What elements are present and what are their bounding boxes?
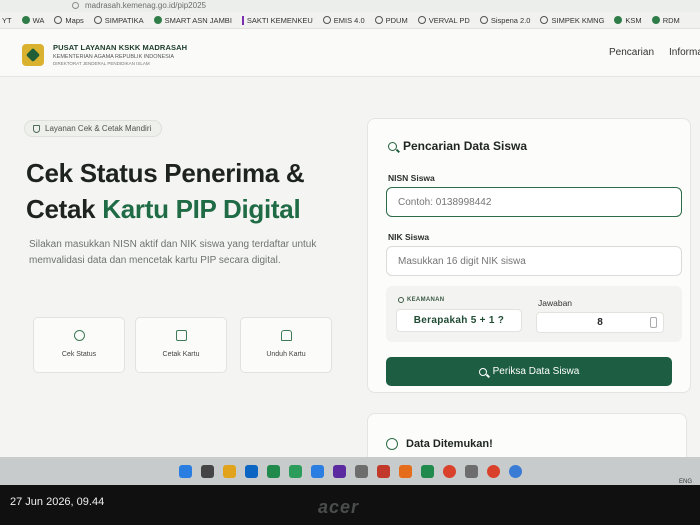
number-spinner-icon[interactable] xyxy=(650,317,657,328)
org-subtitle-directorate: DIREKTORAT JENDERAL PENDIDIKAN ISLAM xyxy=(53,61,150,66)
search-card: Pencarian Data Siswa NISN Siswa NIK Sisw… xyxy=(367,118,691,393)
check-student-button[interactable]: Periksa Data Siswa xyxy=(386,357,672,386)
app-icon[interactable] xyxy=(464,464,478,478)
hero-title-line1: Cek Status Penerima & xyxy=(26,158,305,188)
shield-icon xyxy=(33,124,40,133)
address-bar[interactable]: madrasah.kemenag.go.id/pip2025 xyxy=(0,0,700,12)
nisn-input[interactable] xyxy=(386,187,682,217)
bookmark-smart-asn[interactable]: SMART ASN JAMBI xyxy=(153,16,232,25)
feature-label: Unduh Kartu xyxy=(266,351,306,358)
whatsapp-icon xyxy=(21,16,30,24)
bookmark-simpatika[interactable]: SIMPATIKA xyxy=(93,16,144,25)
globe-icon xyxy=(540,16,549,24)
nav-pencarian[interactable]: Pencarian xyxy=(609,47,654,58)
result-title: Data Ditemukan! xyxy=(386,438,493,450)
bookmark-sispena[interactable]: Sispena 2.0 xyxy=(479,16,530,25)
answer-input[interactable]: 8 xyxy=(536,312,664,333)
bookmark-bar-icon xyxy=(241,15,244,25)
org-title: PUSAT LAYANAN KSKK MADRASAH KEMENTERIAN … xyxy=(53,43,187,66)
answer-label: Jawaban xyxy=(538,298,573,308)
app-icon[interactable] xyxy=(420,464,434,478)
globe-icon xyxy=(322,16,331,24)
photoshop-icon[interactable] xyxy=(332,464,346,478)
photo-timestamp: 27 Jun 2026, 09.44 xyxy=(10,496,105,508)
globe-icon xyxy=(93,16,102,24)
bookmarks-bar: YT WA Maps SIMPATIKA SMART ASN JAMBI SAK… xyxy=(0,12,700,29)
file-explorer-icon[interactable] xyxy=(222,464,236,478)
download-icon xyxy=(280,330,292,341)
feature-cek-status[interactable]: Cek Status xyxy=(33,317,125,373)
globe-icon xyxy=(479,16,488,24)
nisn-label: NISN Siswa xyxy=(388,173,435,183)
hero-title: Cek Status Penerima & Cetak Kartu PIP Di… xyxy=(26,155,305,227)
feature-label: Cek Status xyxy=(61,351,97,358)
emblem-icon xyxy=(153,16,162,24)
search-icon xyxy=(478,367,487,376)
globe-icon xyxy=(417,16,426,24)
edge-icon[interactable] xyxy=(244,464,258,478)
app-icon[interactable] xyxy=(398,464,412,478)
search-icon xyxy=(388,141,397,151)
service-chip-label: Layanan Cek & Cetak Mandiri xyxy=(45,124,152,133)
main-content: Layanan Cek & Cetak Mandiri Cek Status P… xyxy=(0,77,700,473)
bookmark-sakti[interactable]: SAKTI KEMENKEU xyxy=(241,15,313,25)
bookmark-emis[interactable]: EMIS 4.0 xyxy=(322,16,365,25)
hero-title-line2: Cetak Kartu PIP Digital xyxy=(26,194,301,224)
firefox-icon[interactable] xyxy=(486,464,500,478)
bookmark-ksm[interactable]: KSM xyxy=(614,16,642,25)
clock-shield-icon xyxy=(398,297,404,303)
powerpoint-icon[interactable] xyxy=(376,464,390,478)
feature-cetak-kartu[interactable]: Cetak Kartu xyxy=(135,317,227,373)
captcha-question: Berapakah 5 + 1 ? xyxy=(396,309,522,332)
site-header: PUSAT LAYANAN KSKK MADRASAH KEMENTERIAN … xyxy=(0,29,700,77)
feature-label: Cetak Kartu xyxy=(162,351,200,358)
nik-input[interactable] xyxy=(386,246,682,276)
url-text: madrasah.kemenag.go.id/pip2025 xyxy=(85,1,206,10)
feature-unduh-kartu[interactable]: Unduh Kartu xyxy=(240,317,332,373)
hero-title-accent: Kartu PIP Digital xyxy=(102,194,301,224)
store-icon[interactable] xyxy=(310,464,324,478)
task-view-icon[interactable] xyxy=(200,464,214,478)
nik-label: NIK Siswa xyxy=(388,232,430,242)
search-card-title: Pencarian Data Siswa xyxy=(388,139,527,153)
org-subtitle-ministry: KEMENTERIAN AGAMA REPUBLIK INDONESIA xyxy=(53,54,175,60)
emblem-icon xyxy=(651,16,660,24)
app-icon[interactable] xyxy=(288,464,302,478)
check-circle-icon xyxy=(386,438,398,450)
printer-icon xyxy=(175,330,187,341)
taskbar: ENG xyxy=(0,457,700,485)
security-label: KEAMANAN xyxy=(398,297,444,303)
bookmark-verval[interactable]: VERVAL PD xyxy=(417,16,470,25)
chrome-icon[interactable] xyxy=(442,464,456,478)
check-circle-icon xyxy=(73,330,85,341)
org-name: PUSAT LAYANAN KSKK MADRASAH xyxy=(53,43,188,52)
security-captcha: KEAMANAN Berapakah 5 + 1 ? Jawaban 8 xyxy=(386,286,682,342)
chrome-profile-icon[interactable] xyxy=(508,464,522,478)
bookmark-simpek[interactable]: SIMPEK KMNG xyxy=(540,16,604,25)
globe-icon xyxy=(54,16,63,24)
site-info-icon[interactable] xyxy=(72,2,79,10)
kemenag-logo-icon[interactable] xyxy=(22,44,44,66)
emblem-icon xyxy=(614,16,623,24)
start-icon[interactable] xyxy=(178,464,192,478)
hero-description: Silakan masukkan NISN aktif dan NIK sisw… xyxy=(29,239,317,266)
bookmark-pdum[interactable]: PDUM xyxy=(374,16,408,25)
bookmark-maps[interactable]: Maps xyxy=(54,16,84,25)
nav-informasi[interactable]: Informa xyxy=(669,47,700,58)
monitor-bezel: 27 Jun 2026, 09.44 acer xyxy=(0,485,700,525)
bookmark-rdm[interactable]: RDM xyxy=(651,16,680,25)
bookmark-wa[interactable]: WA xyxy=(21,16,44,25)
app-icon[interactable] xyxy=(354,464,368,478)
globe-icon xyxy=(374,16,383,24)
service-chip: Layanan Cek & Cetak Mandiri xyxy=(24,120,163,137)
brand-logo: acer xyxy=(318,497,360,517)
bookmark-yt[interactable]: YT xyxy=(2,16,12,25)
excel-icon[interactable] xyxy=(266,464,280,478)
